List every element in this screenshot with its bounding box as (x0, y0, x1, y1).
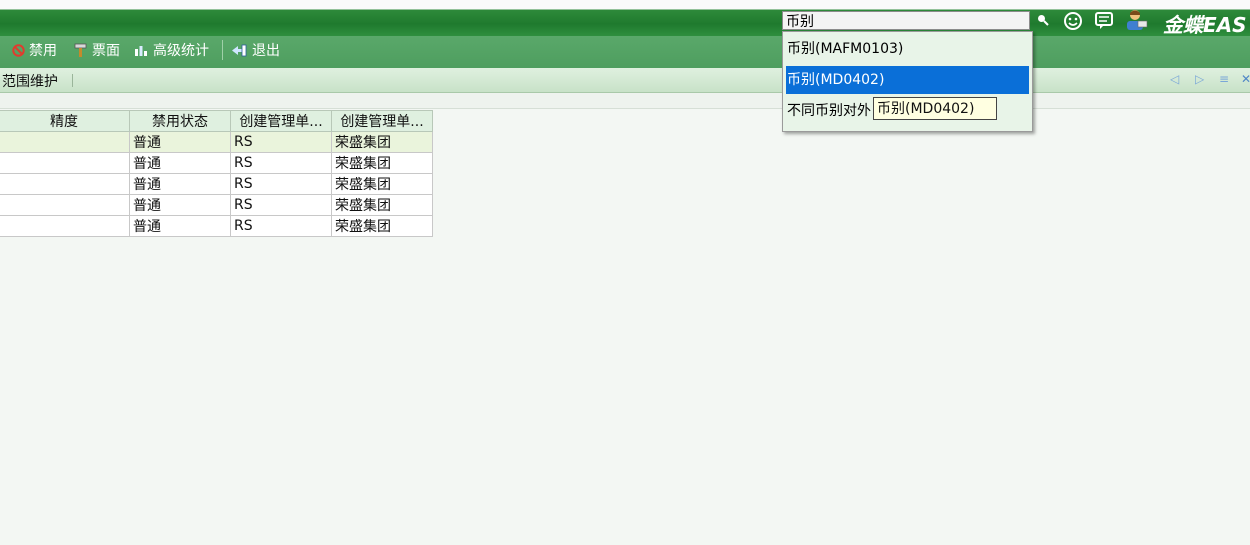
suggestion-item-selected[interactable]: 币别(MD0402) (786, 66, 1029, 94)
table-row[interactable]: 普通 RS 荣盛集团 (0, 194, 433, 216)
ticket-icon (74, 43, 87, 58)
cell-disable-status[interactable]: 普通 (129, 194, 231, 216)
cell-precision[interactable] (0, 215, 130, 237)
table-row[interactable]: 普通 RS 荣盛集团 (0, 131, 433, 153)
tab-divider (72, 74, 73, 87)
suggestion-item[interactable]: 币别(MAFM0103) (786, 35, 1029, 63)
function-search-input[interactable] (782, 11, 1030, 30)
search-icon[interactable] (1036, 13, 1050, 27)
suggestion-tooltip: 币别(MD0402) (873, 97, 997, 120)
cell-unit-name[interactable]: 荣盛集团 (331, 152, 433, 174)
cell-precision[interactable] (0, 152, 130, 174)
disable-label: 禁用 (29, 43, 57, 59)
toolbar-divider (222, 40, 223, 60)
column-header-precision[interactable]: 精度 (0, 110, 130, 132)
table-row[interactable]: 普通 RS 荣盛集团 (0, 173, 433, 195)
brand-logo: 金蝶EAS (1163, 13, 1247, 37)
cell-precision[interactable] (0, 173, 130, 195)
disable-button[interactable]: 禁用 (12, 40, 57, 60)
column-header-disable-status[interactable]: 禁用状态 (129, 110, 231, 132)
tab-bar (0, 68, 1250, 93)
ticket-label: 票面 (92, 43, 120, 59)
table-row[interactable]: 普通 RS 荣盛集团 (0, 152, 433, 174)
bar-chart-icon (134, 44, 148, 57)
tab-close-icon[interactable]: ✕ (1241, 72, 1250, 86)
cell-unit-number[interactable]: RS (230, 131, 332, 153)
prohibit-icon (12, 43, 25, 57)
advanced-stats-button[interactable]: 高级统计 (134, 40, 209, 60)
smiley-icon[interactable] (1063, 11, 1083, 35)
cell-unit-name[interactable]: 荣盛集团 (331, 194, 433, 216)
cell-disable-status[interactable]: 普通 (129, 215, 231, 237)
tab-prev-icon[interactable]: ◁ (1170, 72, 1179, 86)
message-icon[interactable] (1094, 12, 1114, 34)
cell-unit-name[interactable]: 荣盛集团 (331, 173, 433, 195)
exit-label: 退出 (252, 43, 280, 59)
grid-header-band (0, 93, 1250, 109)
exit-button[interactable]: 退出 (231, 40, 280, 60)
column-header-create-unit-number[interactable]: 创建管理单... (230, 110, 332, 132)
tab-range-maintenance[interactable]: 范围维护 (2, 71, 58, 91)
cell-unit-number[interactable]: RS (230, 194, 332, 216)
cell-precision[interactable] (0, 131, 130, 153)
cell-unit-number[interactable]: RS (230, 173, 332, 195)
tab-next-icon[interactable]: ▷ (1195, 72, 1204, 86)
cell-unit-name[interactable]: 荣盛集团 (331, 215, 433, 237)
user-icon[interactable] (1124, 9, 1148, 35)
cell-unit-number[interactable]: RS (230, 215, 332, 237)
tab-list-icon[interactable]: ≡ (1219, 72, 1229, 86)
cell-disable-status[interactable]: 普通 (129, 173, 231, 195)
ticket-button[interactable]: 票面 (74, 40, 120, 60)
cell-unit-name[interactable]: 荣盛集团 (331, 131, 433, 153)
cell-disable-status[interactable]: 普通 (129, 152, 231, 174)
cell-precision[interactable] (0, 194, 130, 216)
data-grid: 精度 禁用状态 创建管理单... 创建管理单... 普通 RS 荣盛集团 普通 … (0, 110, 433, 237)
column-header-create-unit-name[interactable]: 创建管理单... (331, 110, 433, 132)
table-row[interactable]: 普通 RS 荣盛集团 (0, 215, 433, 237)
cell-disable-status[interactable]: 普通 (129, 131, 231, 153)
exit-icon (231, 44, 247, 57)
advanced-stats-label: 高级统计 (153, 43, 209, 59)
cell-unit-number[interactable]: RS (230, 152, 332, 174)
